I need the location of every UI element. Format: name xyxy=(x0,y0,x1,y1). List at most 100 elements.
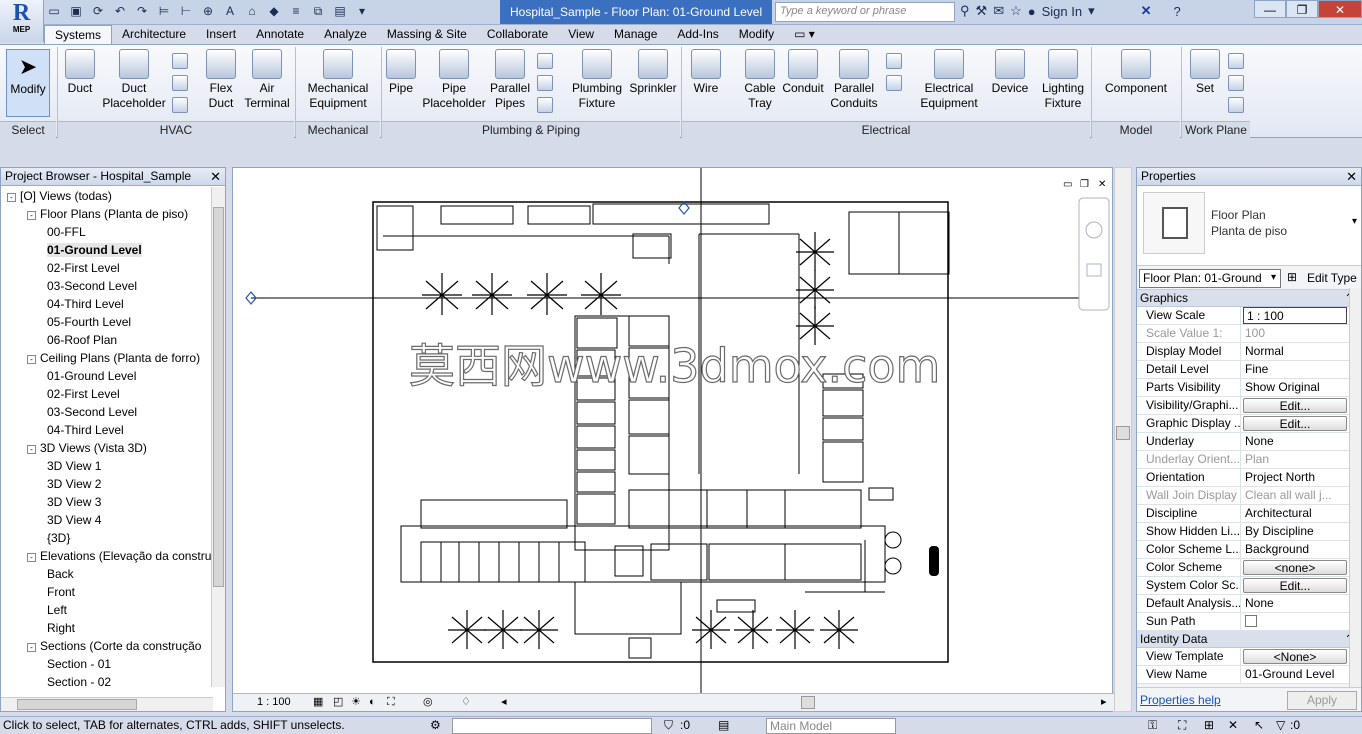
close-hidden-icon[interactable]: ⧉ xyxy=(310,3,326,19)
property-row[interactable]: Wall Join Display Clean all wall j... xyxy=(1137,487,1361,505)
property-value[interactable]: Clean all wall j... xyxy=(1241,487,1345,504)
property-row[interactable]: View Template <None> xyxy=(1137,648,1361,666)
group-select[interactable]: Select xyxy=(0,121,56,138)
tree-view-item[interactable]: 3D View 2 xyxy=(1,475,211,493)
property-value[interactable]: Show Original xyxy=(1241,379,1345,396)
air-terminal-button[interactable]: Air Terminal xyxy=(244,49,290,111)
duct-accessory-icon[interactable] xyxy=(172,75,188,91)
property-row[interactable]: Show Hidden Li... By Discipline xyxy=(1137,523,1361,541)
tree-view-item[interactable]: 03-Second Level xyxy=(1,403,211,421)
property-value[interactable]: 01-Ground Level xyxy=(1241,666,1345,683)
tree-category[interactable]: - Sections (Corte da construção xyxy=(1,637,211,655)
detail-level-icon[interactable]: ▦ xyxy=(313,694,323,711)
thin-lines-icon[interactable]: ≡ xyxy=(288,3,304,19)
set-workplane-button[interactable]: Set xyxy=(1186,49,1224,96)
tab-annotate[interactable]: Annotate xyxy=(246,25,314,44)
property-value[interactable]: None xyxy=(1241,595,1345,612)
save-icon[interactable]: ▣ xyxy=(68,3,84,19)
property-value[interactable]: By Discipline xyxy=(1241,523,1345,540)
workset-selector[interactable] xyxy=(452,718,652,734)
property-edit-button[interactable]: <None> xyxy=(1243,649,1347,664)
tree-view-item[interactable]: 00-FFL xyxy=(1,223,211,241)
section-icon[interactable]: ◆ xyxy=(266,3,282,19)
shadows-icon[interactable]: ◐ xyxy=(369,694,376,711)
property-edit-button[interactable]: <none> xyxy=(1243,560,1347,575)
reveal-hidden-icon[interactable]: ♢ xyxy=(461,694,471,711)
project-browser-hscroll[interactable] xyxy=(1,697,213,711)
property-row[interactable]: Visibility/Graphi... Edit... xyxy=(1137,397,1361,415)
property-row[interactable]: View Scale 1 : 100 xyxy=(1137,307,1361,325)
qat-dropdown-icon[interactable]: ▾ xyxy=(354,3,370,19)
electrical-equipment-button[interactable]: Electrical Equipment xyxy=(914,49,984,111)
sign-in-dropdown-icon[interactable]: ▾ xyxy=(1088,3,1095,19)
sprinkler-button[interactable]: Sprinkler xyxy=(626,49,680,96)
filter-funnel-icon[interactable]: ▽ xyxy=(1276,717,1285,734)
project-browser-vscroll[interactable] xyxy=(211,187,225,687)
property-row[interactable]: Underlay None xyxy=(1137,433,1361,451)
property-value[interactable]: 100 xyxy=(1241,325,1345,342)
properties-vscroll[interactable] xyxy=(1349,288,1361,688)
property-value[interactable]: None xyxy=(1241,433,1345,450)
group-hvac[interactable]: HVAC xyxy=(58,121,294,138)
flex-pipe-icon[interactable] xyxy=(537,97,553,113)
tree-view-item[interactable]: 01-Ground Level xyxy=(1,367,211,385)
tree-category[interactable]: - Ceiling Plans (Planta de forro) xyxy=(1,349,211,367)
tree-view-item[interactable]: Front xyxy=(1,583,211,601)
tree-view-item[interactable]: 3D View 4 xyxy=(1,511,211,529)
binoculars-icon[interactable]: ⚲ xyxy=(960,3,970,19)
conduit-fitting-icon[interactable] xyxy=(886,75,902,91)
collapse-toggle-icon[interactable]: - xyxy=(27,211,36,220)
property-value[interactable]: Background xyxy=(1241,541,1345,558)
property-row[interactable]: Underlay Orient... Plan xyxy=(1137,451,1361,469)
exchange-apps-icon[interactable]: ✕ xyxy=(1141,3,1152,19)
communication-icon[interactable]: ✉ xyxy=(993,3,1004,19)
property-row[interactable]: Scale Value 1: 100 xyxy=(1137,325,1361,343)
wire-button[interactable]: Wire xyxy=(686,49,726,96)
tree-category[interactable]: -3D Views (Vista 3D) xyxy=(1,439,211,457)
pipe-accessory-icon[interactable] xyxy=(537,75,553,91)
collapse-toggle-icon[interactable]: - xyxy=(27,355,36,364)
collapse-toggle-icon[interactable]: - xyxy=(27,643,36,652)
tab-architecture[interactable]: Architecture xyxy=(112,25,196,44)
pipe-button[interactable]: Pipe xyxy=(384,49,418,96)
3d-view-icon[interactable]: ⌂ xyxy=(244,3,260,19)
sun-path-checkbox[interactable] xyxy=(1245,615,1257,627)
underlay-select-icon[interactable]: ⛶ xyxy=(1178,717,1186,734)
group-workplane[interactable]: Work Plane xyxy=(1182,121,1250,138)
modify-button[interactable]: ➤ Modify xyxy=(6,49,50,117)
property-row[interactable]: Display Model Normal xyxy=(1137,343,1361,361)
property-row[interactable]: View Name 01-Ground Level xyxy=(1137,666,1361,684)
tree-view-item[interactable]: {3D} xyxy=(1,529,211,547)
tree-view-item[interactable]: 3D View 1 xyxy=(1,457,211,475)
worksets-icon[interactable]: ⚙ xyxy=(430,717,441,734)
temporary-hide-icon[interactable]: ◎ xyxy=(423,694,433,711)
drawing-canvas[interactable]: 莫西网www.3dmox.com ▭ ❐ ✕ 1 : 100 ▦ ◰ ☀ ◐ ⛶ ◎… xyxy=(232,167,1114,712)
scroll-right-icon[interactable]: ▸ xyxy=(1101,694,1107,711)
tree-view-item[interactable]: 02-First Level xyxy=(1,385,211,403)
property-row[interactable]: Orientation Project North xyxy=(1137,469,1361,487)
dimension-icon[interactable]: ⊢ xyxy=(178,3,194,19)
property-edit-button[interactable]: Edit... xyxy=(1243,398,1347,413)
close-icon[interactable]: ✕ xyxy=(1346,168,1357,185)
tab-massing-site[interactable]: Massing & Site xyxy=(377,25,477,44)
property-value[interactable] xyxy=(1241,613,1345,630)
tree-view-item[interactable]: 04-Third Level xyxy=(1,295,211,313)
tab-manage[interactable]: Manage xyxy=(604,25,667,44)
tab-contextual-toggle-icon[interactable]: ▭ ▾ xyxy=(784,25,825,44)
vscroll-thumb[interactable] xyxy=(1116,426,1130,440)
scroll-thumb[interactable] xyxy=(213,207,224,587)
property-edit-button[interactable]: Edit... xyxy=(1243,578,1347,593)
chevron-down-icon[interactable]: ▾ xyxy=(1271,272,1276,283)
sync-icon[interactable]: ⟳ xyxy=(90,3,106,19)
chevron-down-icon[interactable]: ▾ xyxy=(1352,216,1357,227)
property-edit-button[interactable]: Edit... xyxy=(1243,416,1347,431)
tab-modify[interactable]: Modify xyxy=(729,25,784,44)
conduit-button[interactable]: Conduit xyxy=(780,49,826,96)
instance-selector[interactable]: Floor Plan: 01-Ground xyxy=(1139,269,1281,288)
measure-icon[interactable]: ⊨ xyxy=(156,3,172,19)
tree-view-item[interactable]: 01-Ground Level xyxy=(1,241,211,259)
property-row[interactable]: Parts Visibility Show Original xyxy=(1137,379,1361,397)
tab-systems[interactable]: Systems xyxy=(44,25,113,44)
redo-icon[interactable]: ↷ xyxy=(134,3,150,19)
favorites-icon[interactable]: ☆ xyxy=(1010,3,1022,19)
